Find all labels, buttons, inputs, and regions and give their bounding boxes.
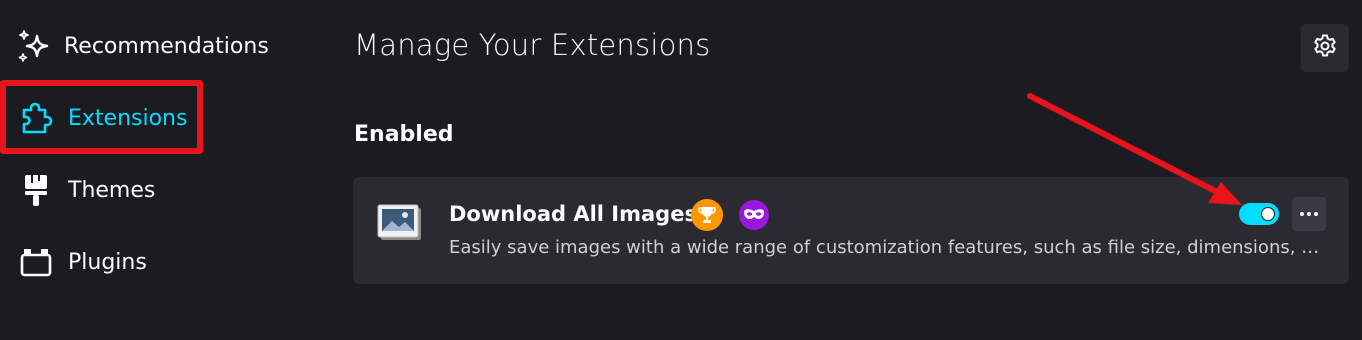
toggle-knob xyxy=(1261,207,1275,221)
sidebar: Recommendations Extensions Themes Plugin… xyxy=(0,0,320,340)
extension-name[interactable]: Download All Images xyxy=(449,202,697,226)
sidebar-item-label: Recommendations xyxy=(64,33,269,59)
recommended-trophy-icon[interactable] xyxy=(691,199,723,231)
annotation-highlight-box xyxy=(0,80,203,154)
extension-enable-toggle[interactable] xyxy=(1239,203,1279,225)
extension-image-icon xyxy=(377,204,423,242)
extension-description: Easily save images with a wide range of … xyxy=(449,237,1320,258)
addons-manager: Recommendations Extensions Themes Plugin… xyxy=(0,0,1362,340)
sparkle-icon xyxy=(16,26,52,66)
plugin-icon xyxy=(16,242,56,282)
dot xyxy=(1307,212,1311,216)
sidebar-item-recommendations[interactable]: Recommendations xyxy=(8,14,269,78)
sidebar-item-themes[interactable]: Themes xyxy=(8,158,198,222)
paintbrush-icon xyxy=(16,170,56,210)
section-heading-enabled: Enabled xyxy=(354,122,454,147)
private-browsing-icon[interactable] xyxy=(739,200,769,230)
more-options-button[interactable] xyxy=(1292,197,1326,231)
settings-button[interactable] xyxy=(1301,24,1349,72)
sidebar-item-plugins[interactable]: Plugins xyxy=(8,230,198,294)
sidebar-item-label: Themes xyxy=(68,177,156,203)
dot xyxy=(1300,212,1304,216)
gear-icon xyxy=(1312,33,1338,63)
page-title: Manage Your Extensions xyxy=(354,28,711,62)
extension-card[interactable]: Download All Images Easily save images w… xyxy=(353,177,1349,284)
sidebar-item-label: Plugins xyxy=(68,249,147,275)
dot xyxy=(1314,212,1318,216)
